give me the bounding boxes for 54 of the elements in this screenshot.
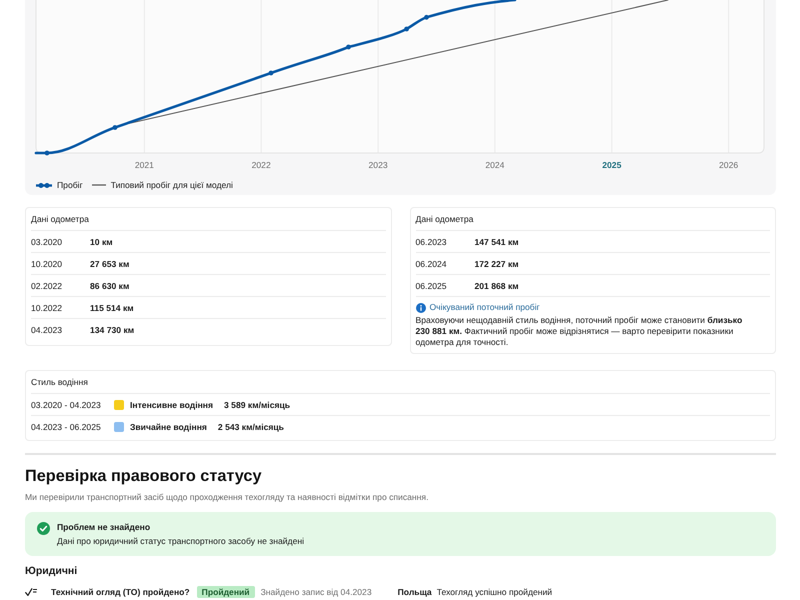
info-icon [416,302,426,312]
country-text: Польща [398,587,432,597]
date-text: 06.2023 [416,236,447,246]
date-text: 03.2020 [31,236,62,246]
monthly-mileage-text: 2 543 км/місяць [218,422,284,432]
note-text: Враховуючи нещодавній стиль водіння, поточний пробіг може становити близько 230 881 км. Фактичний пробіг може відрізнятися — варто перевірити показники одометра для точності. [416,315,744,348]
legend-label: Типовий пробіг для цієї моделі [110,180,233,190]
date-text: 06.2024 [416,258,447,268]
data-point [424,14,429,20]
axis-label: 2024 [485,160,504,170]
note-title: Очікуваний поточний пробіг [430,302,540,313]
mileage-text: 115 514 км [90,302,134,312]
mileage-text: 27 653 км [90,258,130,268]
driving-style-label: Звичайне водіння [130,422,207,432]
alert-title: Проблем не знайдено [57,522,150,532]
mileage-text: 10 км [90,236,113,246]
subsection-title: Юридичні [25,565,78,577]
data-point [346,44,351,50]
date-text: 10.2020 [31,258,62,268]
mileage-text: 172 227 км [474,258,519,268]
driving-style-label: Інтенсивне водіння [130,400,214,410]
status-badge: Пройдений [196,586,255,598]
mileage-text: 201 868 км [474,280,519,290]
check-circle-icon [37,522,50,535]
result-text: Техогляд успішно пройдений [436,587,552,597]
date-text: 10.2022 [31,302,62,312]
mileage-text: 147 541 км [474,236,519,246]
record-text: Знайдено запис від 04.2023 [260,587,372,597]
axis-label: 2026 [719,160,738,170]
section-heading: Перевірка правового статусу [25,467,262,485]
axis-label: 2025 [602,160,622,170]
legend-label: Пробіг [57,180,83,190]
card-title: Дані одометра [31,214,89,224]
data-point [112,125,118,130]
section-description: Ми перевірили транспортний засіб щодо проходження техогляду та наявності відмітки про списання. [25,492,428,502]
axis-label: 2023 [368,160,388,170]
data-point [268,70,274,76]
date-text: 06.2025 [416,280,447,290]
date-text: 04.2023 [31,324,62,334]
mileage-text: 86 630 км [90,280,130,290]
alert-text: Дані про юридичний статус транспортного засобу не знайдені [57,536,304,546]
axis-label: 2021 [134,160,154,170]
mileage-text: 134 730 км [90,324,134,334]
data-point [44,150,50,156]
data-point [404,26,409,32]
checklist-icon [25,588,37,596]
date-text: 02.2022 [31,280,62,290]
monthly-mileage-text: 3 589 км/місяць [224,400,290,410]
period-text: 03.2020 - 04.2023 [31,400,101,410]
period-text: 04.2023 - 06.2025 [31,422,101,432]
check-question: Технічний огляд (ТО) пройдено? [51,587,190,597]
card-title: Дані одометра [416,214,474,224]
axis-label: 2022 [252,160,271,170]
card-title: Стиль водіння [31,377,88,387]
